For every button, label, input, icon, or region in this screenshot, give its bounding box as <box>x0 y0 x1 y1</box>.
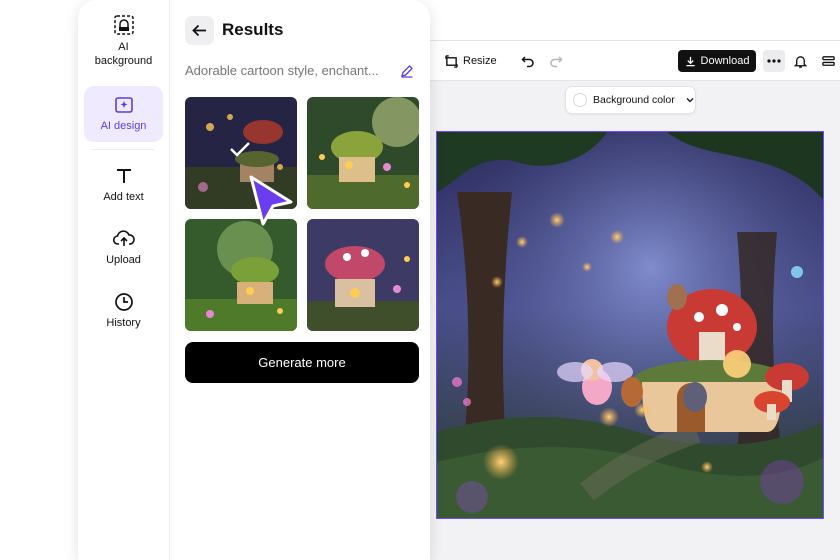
generate-more-button[interactable]: Generate more <box>185 342 419 383</box>
resize-label: Resize <box>463 55 497 67</box>
redo-icon <box>550 56 563 68</box>
page-title: Results <box>222 20 284 39</box>
resize-button[interactable]: Resize <box>445 50 497 72</box>
undo-icon <box>521 56 534 68</box>
edit-icon[interactable] <box>400 64 414 78</box>
download-label: Download <box>700 55 750 67</box>
resize-icon <box>445 54 458 68</box>
ai-design-icon <box>114 97 133 113</box>
undo-button[interactable] <box>521 50 535 72</box>
notifications-button[interactable] <box>793 50 808 72</box>
history-icon <box>114 293 133 311</box>
arrow-left-icon <box>192 24 206 37</box>
text-icon <box>116 169 131 183</box>
download-icon <box>685 56 695 66</box>
results-panel: Results Adorable cartoon style, enchant.… <box>170 0 430 560</box>
download-button[interactable]: Download <box>678 50 756 72</box>
ai-design-panel: AI background AI design Add text Upload … <box>78 0 430 560</box>
sidebar-item-label: Upload <box>106 254 141 266</box>
layers-button[interactable] <box>821 50 836 72</box>
background-color-swatch <box>573 93 587 107</box>
result-thumbnail-4[interactable] <box>307 219 419 331</box>
tool-sidebar: AI background AI design Add text Upload … <box>78 0 170 560</box>
background-color-dropdown[interactable]: Background color <box>565 86 696 114</box>
sidebar-item-ai-background[interactable]: AI background <box>84 14 163 74</box>
result-thumbnail-2[interactable] <box>307 97 419 209</box>
sidebar-item-history[interactable]: History <box>84 292 163 330</box>
result-thumbnail-3[interactable] <box>185 219 297 331</box>
sidebar-divider <box>92 149 154 150</box>
prompt-text: Adorable cartoon style, enchant... <box>185 63 379 78</box>
sidebar-item-label: AI design <box>100 120 147 132</box>
canvas-image[interactable] <box>436 131 824 519</box>
sidebar-item-label: History <box>106 317 141 329</box>
result-image <box>185 219 297 331</box>
sidebar-item-label: AI background <box>94 41 153 67</box>
sidebar-item-ai-design[interactable]: AI design <box>84 86 163 142</box>
upload-icon <box>112 230 135 246</box>
bell-icon <box>793 55 808 68</box>
sidebar-item-label: Add text <box>103 191 144 203</box>
result-image <box>307 97 419 209</box>
mouse-cursor-icon <box>249 175 293 226</box>
result-image <box>307 219 419 331</box>
more-button[interactable] <box>763 50 785 72</box>
check-icon <box>230 142 250 157</box>
app: Resize Download Background color AI back… <box>0 0 840 560</box>
more-icon <box>767 59 781 63</box>
redo-button[interactable] <box>549 50 563 72</box>
back-button[interactable] <box>185 16 214 45</box>
sidebar-item-add-text[interactable]: Add text <box>84 166 163 204</box>
sidebar-item-upload[interactable]: Upload <box>84 229 163 267</box>
ai-background-icon <box>113 15 134 35</box>
layers-icon <box>822 55 835 66</box>
fairy-forest-illustration <box>437 132 823 518</box>
background-color-label: Background color <box>593 94 675 106</box>
chevron-down-icon <box>686 98 694 103</box>
